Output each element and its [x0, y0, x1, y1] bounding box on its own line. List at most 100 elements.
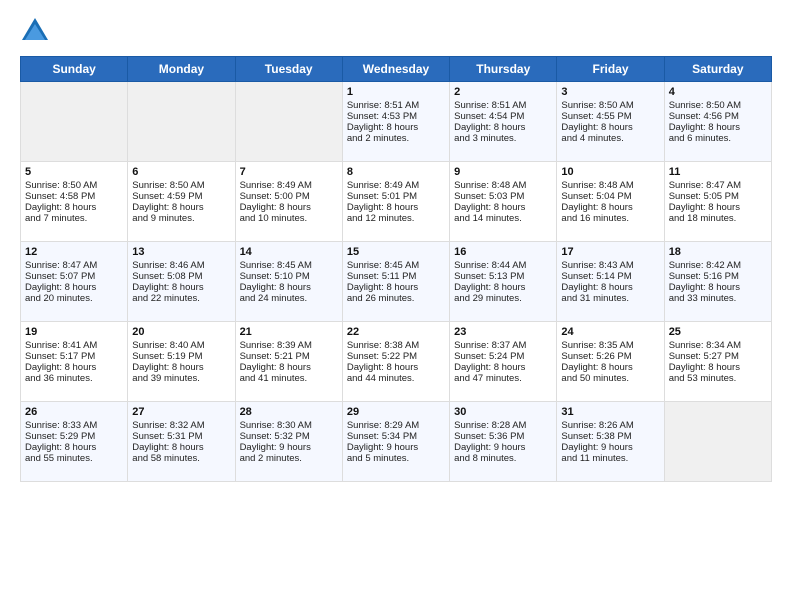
- day-info: and 4 minutes.: [561, 133, 659, 144]
- day-number: 22: [347, 326, 445, 338]
- logo-icon: [20, 16, 50, 46]
- day-info: Sunset: 5:11 PM: [347, 271, 445, 282]
- day-info: Sunrise: 8:49 AM: [347, 180, 445, 191]
- day-info: Daylight: 8 hours: [561, 122, 659, 133]
- day-info: Sunrise: 8:39 AM: [240, 340, 338, 351]
- day-info: and 31 minutes.: [561, 293, 659, 304]
- calendar-cell: 3 Sunrise: 8:50 AMSunset: 4:55 PMDaylight…: [557, 82, 664, 162]
- day-info: Daylight: 8 hours: [454, 122, 552, 133]
- day-info: and 36 minutes.: [25, 373, 123, 384]
- day-info: Sunset: 4:53 PM: [347, 111, 445, 122]
- day-info: Sunrise: 8:50 AM: [669, 100, 767, 111]
- day-info: and 39 minutes.: [132, 373, 230, 384]
- day-number: 26: [25, 406, 123, 418]
- calendar-cell: 27Sunrise: 8:32 AMSunset: 5:31 PMDayligh…: [128, 402, 235, 482]
- day-info: and 10 minutes.: [240, 213, 338, 224]
- day-number: 1: [347, 86, 445, 98]
- calendar-cell: 21Sunrise: 8:39 AMSunset: 5:21 PMDayligh…: [235, 322, 342, 402]
- week-row-4: 26Sunrise: 8:33 AMSunset: 5:29 PMDayligh…: [21, 402, 772, 482]
- day-info: Daylight: 8 hours: [347, 202, 445, 213]
- day-info: Sunrise: 8:49 AM: [240, 180, 338, 191]
- day-header-saturday: Saturday: [664, 57, 771, 82]
- day-info: Sunset: 5:22 PM: [347, 351, 445, 362]
- day-info: Sunrise: 8:47 AM: [669, 180, 767, 191]
- day-info: Sunrise: 8:43 AM: [561, 260, 659, 271]
- day-info: Sunset: 5:26 PM: [561, 351, 659, 362]
- day-info: and 41 minutes.: [240, 373, 338, 384]
- day-info: Sunrise: 8:42 AM: [669, 260, 767, 271]
- page: SundayMondayTuesdayWednesdayThursdayFrid…: [0, 0, 792, 492]
- day-info: Daylight: 8 hours: [25, 362, 123, 373]
- day-info: Sunrise: 8:44 AM: [454, 260, 552, 271]
- calendar-cell: 23Sunrise: 8:37 AMSunset: 5:24 PMDayligh…: [450, 322, 557, 402]
- day-header-monday: Monday: [128, 57, 235, 82]
- day-info: Sunset: 5:05 PM: [669, 191, 767, 202]
- day-number: 4: [669, 86, 767, 98]
- calendar-cell: 4Sunrise: 8:50 AMSunset: 4:56 PMDaylight…: [664, 82, 771, 162]
- calendar-cell: 6Sunrise: 8:50 AMSunset: 4:59 PMDaylight…: [128, 162, 235, 242]
- day-number: 11: [669, 166, 767, 178]
- day-info: Sunset: 5:08 PM: [132, 271, 230, 282]
- day-number: 3: [561, 86, 659, 98]
- day-info: Daylight: 9 hours: [454, 442, 552, 453]
- day-info: Sunrise: 8:45 AM: [240, 260, 338, 271]
- day-info: Sunset: 5:38 PM: [561, 431, 659, 442]
- day-info: and 53 minutes.: [669, 373, 767, 384]
- day-number: 21: [240, 326, 338, 338]
- day-info: Daylight: 8 hours: [347, 122, 445, 133]
- day-info: Sunrise: 8:30 AM: [240, 420, 338, 431]
- day-info: Daylight: 9 hours: [240, 442, 338, 453]
- logo: [20, 16, 54, 46]
- day-info: Sunset: 5:32 PM: [240, 431, 338, 442]
- calendar-cell: [664, 402, 771, 482]
- day-info: Sunset: 5:27 PM: [669, 351, 767, 362]
- day-info: Daylight: 8 hours: [132, 442, 230, 453]
- day-info: Sunrise: 8:48 AM: [454, 180, 552, 191]
- calendar-cell: 5Sunrise: 8:50 AMSunset: 4:58 PMDaylight…: [21, 162, 128, 242]
- calendar-cell: 2Sunrise: 8:51 AMSunset: 4:54 PMDaylight…: [450, 82, 557, 162]
- day-info: Sunrise: 8:32 AM: [132, 420, 230, 431]
- day-info: and 20 minutes.: [25, 293, 123, 304]
- calendar-cell: 14Sunrise: 8:45 AMSunset: 5:10 PMDayligh…: [235, 242, 342, 322]
- calendar-cell: 25Sunrise: 8:34 AMSunset: 5:27 PMDayligh…: [664, 322, 771, 402]
- day-info: and 44 minutes.: [347, 373, 445, 384]
- day-info: and 22 minutes.: [132, 293, 230, 304]
- day-info: Daylight: 8 hours: [669, 122, 767, 133]
- calendar-cell: 26Sunrise: 8:33 AMSunset: 5:29 PMDayligh…: [21, 402, 128, 482]
- day-info: and 50 minutes.: [561, 373, 659, 384]
- day-number: 7: [240, 166, 338, 178]
- day-number: 14: [240, 246, 338, 258]
- day-info: Sunrise: 8:34 AM: [669, 340, 767, 351]
- calendar-cell: 24Sunrise: 8:35 AMSunset: 5:26 PMDayligh…: [557, 322, 664, 402]
- day-info: and 58 minutes.: [132, 453, 230, 464]
- day-info: Sunrise: 8:50 AM: [132, 180, 230, 191]
- calendar-cell: 16Sunrise: 8:44 AMSunset: 5:13 PMDayligh…: [450, 242, 557, 322]
- day-info: Sunrise: 8:51 AM: [347, 100, 445, 111]
- day-info: Sunrise: 8:45 AM: [347, 260, 445, 271]
- day-info: Sunrise: 8:50 AM: [561, 100, 659, 111]
- day-info: Sunset: 4:59 PM: [132, 191, 230, 202]
- day-info: Sunset: 5:16 PM: [669, 271, 767, 282]
- day-info: Daylight: 8 hours: [25, 442, 123, 453]
- calendar-table: SundayMondayTuesdayWednesdayThursdayFrid…: [20, 56, 772, 482]
- day-info: Sunrise: 8:37 AM: [454, 340, 552, 351]
- day-info: and 16 minutes.: [561, 213, 659, 224]
- day-info: and 26 minutes.: [347, 293, 445, 304]
- day-header-friday: Friday: [557, 57, 664, 82]
- day-info: Sunset: 4:55 PM: [561, 111, 659, 122]
- calendar-cell: 11Sunrise: 8:47 AMSunset: 5:05 PMDayligh…: [664, 162, 771, 242]
- day-info: Sunrise: 8:50 AM: [25, 180, 123, 191]
- calendar-cell: 8Sunrise: 8:49 AMSunset: 5:01 PMDaylight…: [342, 162, 449, 242]
- day-info: Daylight: 8 hours: [240, 202, 338, 213]
- day-info: and 3 minutes.: [454, 133, 552, 144]
- day-info: Daylight: 9 hours: [347, 442, 445, 453]
- day-info: Sunset: 4:58 PM: [25, 191, 123, 202]
- calendar-cell: 17Sunrise: 8:43 AMSunset: 5:14 PMDayligh…: [557, 242, 664, 322]
- day-info: Daylight: 8 hours: [132, 362, 230, 373]
- day-info: Sunset: 5:10 PM: [240, 271, 338, 282]
- day-info: Sunrise: 8:40 AM: [132, 340, 230, 351]
- day-info: Daylight: 8 hours: [25, 202, 123, 213]
- day-info: Sunrise: 8:48 AM: [561, 180, 659, 191]
- calendar-cell: 10Sunrise: 8:48 AMSunset: 5:04 PMDayligh…: [557, 162, 664, 242]
- day-number: 2: [454, 86, 552, 98]
